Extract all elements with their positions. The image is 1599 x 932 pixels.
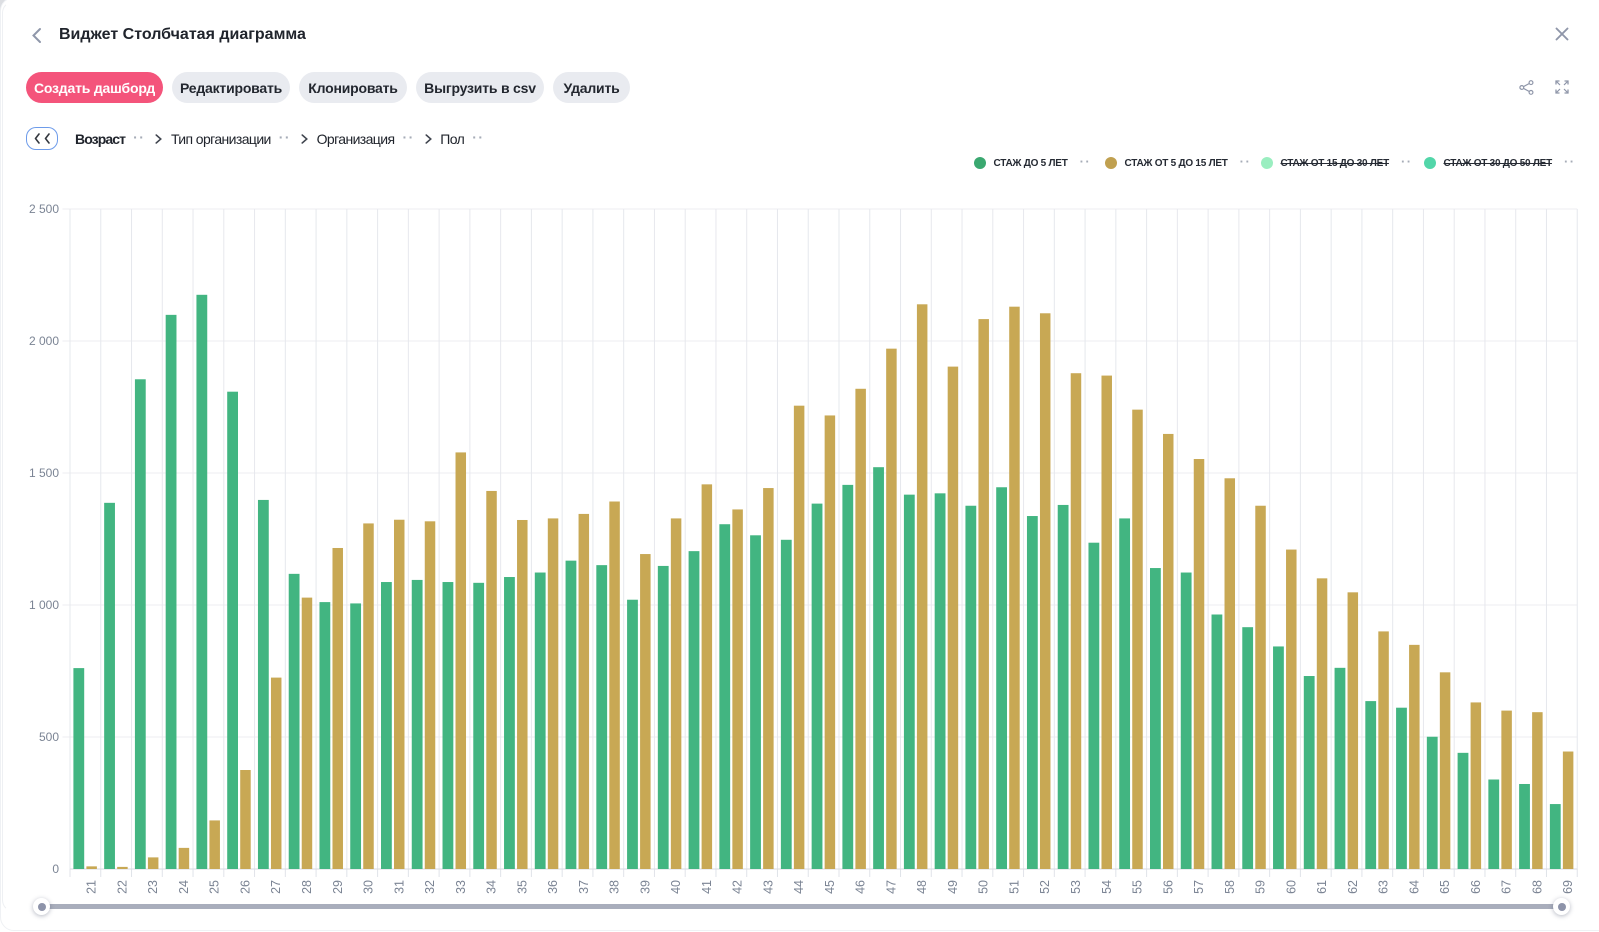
svg-text:69: 69 [1561,880,1575,894]
svg-text:2 000: 2 000 [29,334,59,348]
svg-text:2 500: 2 500 [29,202,59,216]
svg-text:63: 63 [1377,880,1391,894]
svg-text:61: 61 [1315,880,1329,894]
svg-text:35: 35 [515,880,529,894]
svg-text:46: 46 [854,880,868,894]
svg-text:23: 23 [146,880,160,894]
svg-text:29: 29 [331,880,345,894]
svg-text:53: 53 [1069,880,1083,894]
svg-text:43: 43 [761,880,775,894]
svg-text:54: 54 [1100,880,1114,894]
svg-text:0: 0 [52,862,59,876]
svg-text:67: 67 [1500,880,1514,894]
svg-text:500: 500 [39,730,59,744]
svg-text:32: 32 [423,880,437,894]
svg-text:33: 33 [454,880,468,894]
svg-text:48: 48 [915,880,929,894]
svg-text:38: 38 [608,880,622,894]
svg-text:51: 51 [1007,880,1021,894]
svg-text:65: 65 [1438,880,1452,894]
svg-text:37: 37 [577,880,591,894]
svg-text:30: 30 [362,880,376,894]
svg-text:58: 58 [1223,880,1237,894]
svg-text:57: 57 [1192,880,1206,894]
svg-text:42: 42 [731,880,745,894]
svg-text:55: 55 [1131,880,1145,894]
svg-text:62: 62 [1346,880,1360,894]
svg-text:59: 59 [1254,880,1268,894]
svg-text:50: 50 [977,880,991,894]
svg-text:34: 34 [485,880,499,894]
svg-text:56: 56 [1161,880,1175,894]
svg-text:41: 41 [700,880,714,894]
svg-text:25: 25 [208,880,222,894]
svg-text:31: 31 [392,880,406,894]
svg-text:21: 21 [85,880,99,894]
svg-text:36: 36 [546,880,560,894]
svg-text:49: 49 [946,880,960,894]
svg-text:40: 40 [669,880,683,894]
svg-text:24: 24 [177,880,191,894]
svg-text:68: 68 [1530,880,1544,894]
svg-text:22: 22 [115,880,129,894]
svg-text:28: 28 [300,880,314,894]
svg-text:64: 64 [1407,880,1421,894]
svg-text:45: 45 [823,880,837,894]
svg-text:47: 47 [884,880,898,894]
svg-text:1 000: 1 000 [29,598,59,612]
svg-text:26: 26 [238,880,252,894]
svg-text:52: 52 [1038,880,1052,894]
svg-text:39: 39 [638,880,652,894]
svg-text:27: 27 [269,880,283,894]
svg-text:66: 66 [1469,880,1483,894]
svg-text:44: 44 [792,880,806,894]
svg-text:1 500: 1 500 [29,466,59,480]
svg-text:60: 60 [1284,880,1298,894]
